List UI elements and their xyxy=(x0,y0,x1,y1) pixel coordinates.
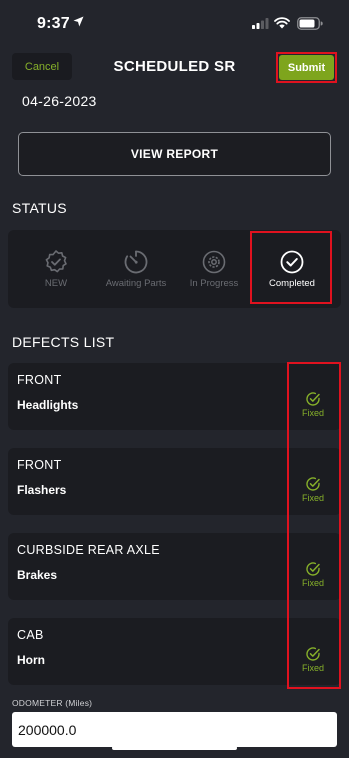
submit-button[interactable]: Submit xyxy=(279,55,334,80)
status-section-title: STATUS xyxy=(12,200,67,216)
defect-location: CURBSIDE REAR AXLE xyxy=(17,543,160,557)
status-step-label: Awaiting Parts xyxy=(105,278,167,289)
gear-icon xyxy=(202,250,226,274)
status-time: 9:37 xyxy=(37,15,70,32)
status-step-label: In Progress xyxy=(189,278,239,289)
fixed-column-highlight-box xyxy=(287,362,341,689)
status-step-in-progress[interactable]: In Progress xyxy=(174,230,254,308)
defect-name: Headlights xyxy=(17,398,79,412)
wifi-icon xyxy=(274,17,290,29)
odometer-label: ODOMETER (Miles) xyxy=(12,698,93,708)
view-report-button[interactable]: VIEW REPORT xyxy=(18,132,331,176)
defect-name: Flashers xyxy=(17,483,67,497)
status-step-label: NEW xyxy=(44,278,68,289)
completed-highlight-box xyxy=(250,231,332,304)
home-indicator[interactable] xyxy=(112,746,237,750)
defect-location: FRONT xyxy=(17,458,62,472)
defect-location: CAB xyxy=(17,628,44,642)
cellular-signal-icon xyxy=(252,18,269,29)
status-bar: 9:37 xyxy=(0,0,349,48)
battery-icon xyxy=(297,17,323,30)
timer-icon xyxy=(124,250,148,274)
defect-name: Horn xyxy=(17,653,45,667)
verified-badge-icon xyxy=(45,250,67,273)
location-arrow-icon xyxy=(73,16,84,27)
defects-section-title: DEFECTS LIST xyxy=(12,334,115,350)
defect-location: FRONT xyxy=(17,373,62,387)
defect-name: Brakes xyxy=(17,568,58,582)
status-step-awaiting-parts[interactable]: Awaiting Parts xyxy=(96,230,176,308)
odometer-input[interactable] xyxy=(12,712,337,747)
service-date: 04-26-2023 xyxy=(22,93,97,109)
status-step-new[interactable]: NEW xyxy=(16,230,96,308)
